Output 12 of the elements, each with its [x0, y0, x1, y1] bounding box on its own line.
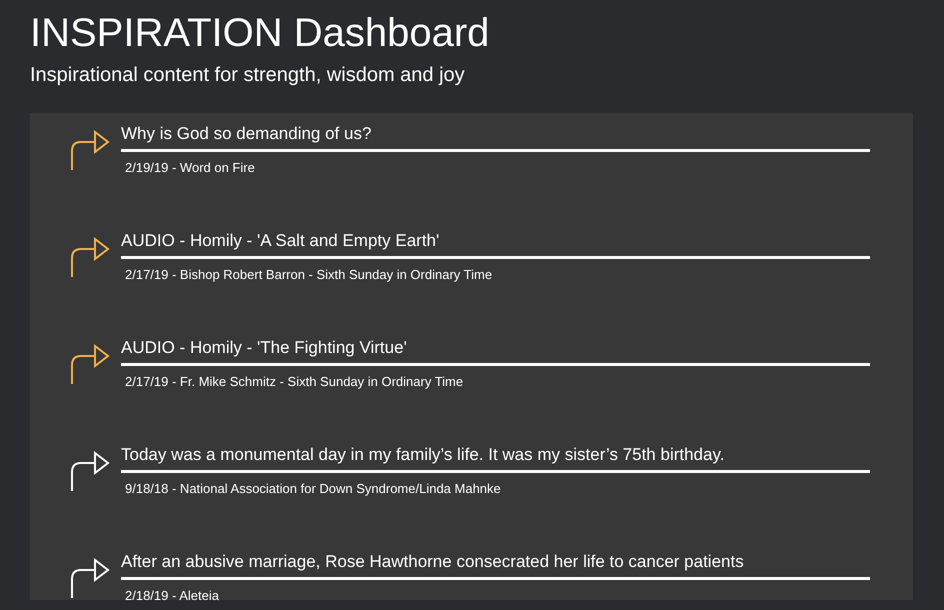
- article-link[interactable]: After an abusive marriage, Rose Hawthorne consecrated her life to cancer patients: [121, 551, 744, 573]
- article-link[interactable]: Why is God so demanding of us?: [121, 123, 372, 145]
- dashboard-subtitle: Inspirational content for strength, wisdom and joy: [30, 63, 466, 87]
- article-link[interactable]: AUDIO - Homily - 'The Fighting Virtue': [121, 337, 407, 359]
- dashboard-title: INSPIRATION Dashboard: [30, 10, 490, 56]
- article-meta: 2/19/19 - Word on Fire: [125, 159, 255, 177]
- article-meta: 9/18/18 - National Association for Down Syndrome/Linda Mahnke: [125, 480, 501, 498]
- article-meta: 2/17/19 - Bishop Robert Barron - Sixth Sunday in Ordinary Time: [125, 266, 492, 284]
- article-meta: 2/17/19 - Fr. Mike Schmitz - Sixth Sunday in Ordinary Time: [125, 373, 464, 391]
- article-link[interactable]: Today was a monumental day in my family’s life. It was my sister’s 75th birthday.: [121, 444, 724, 466]
- article-link[interactable]: AUDIO - Homily - 'A Salt and Empty Earth': [121, 230, 440, 252]
- article-meta: 2/18/19 - Aleteia: [125, 587, 219, 600]
